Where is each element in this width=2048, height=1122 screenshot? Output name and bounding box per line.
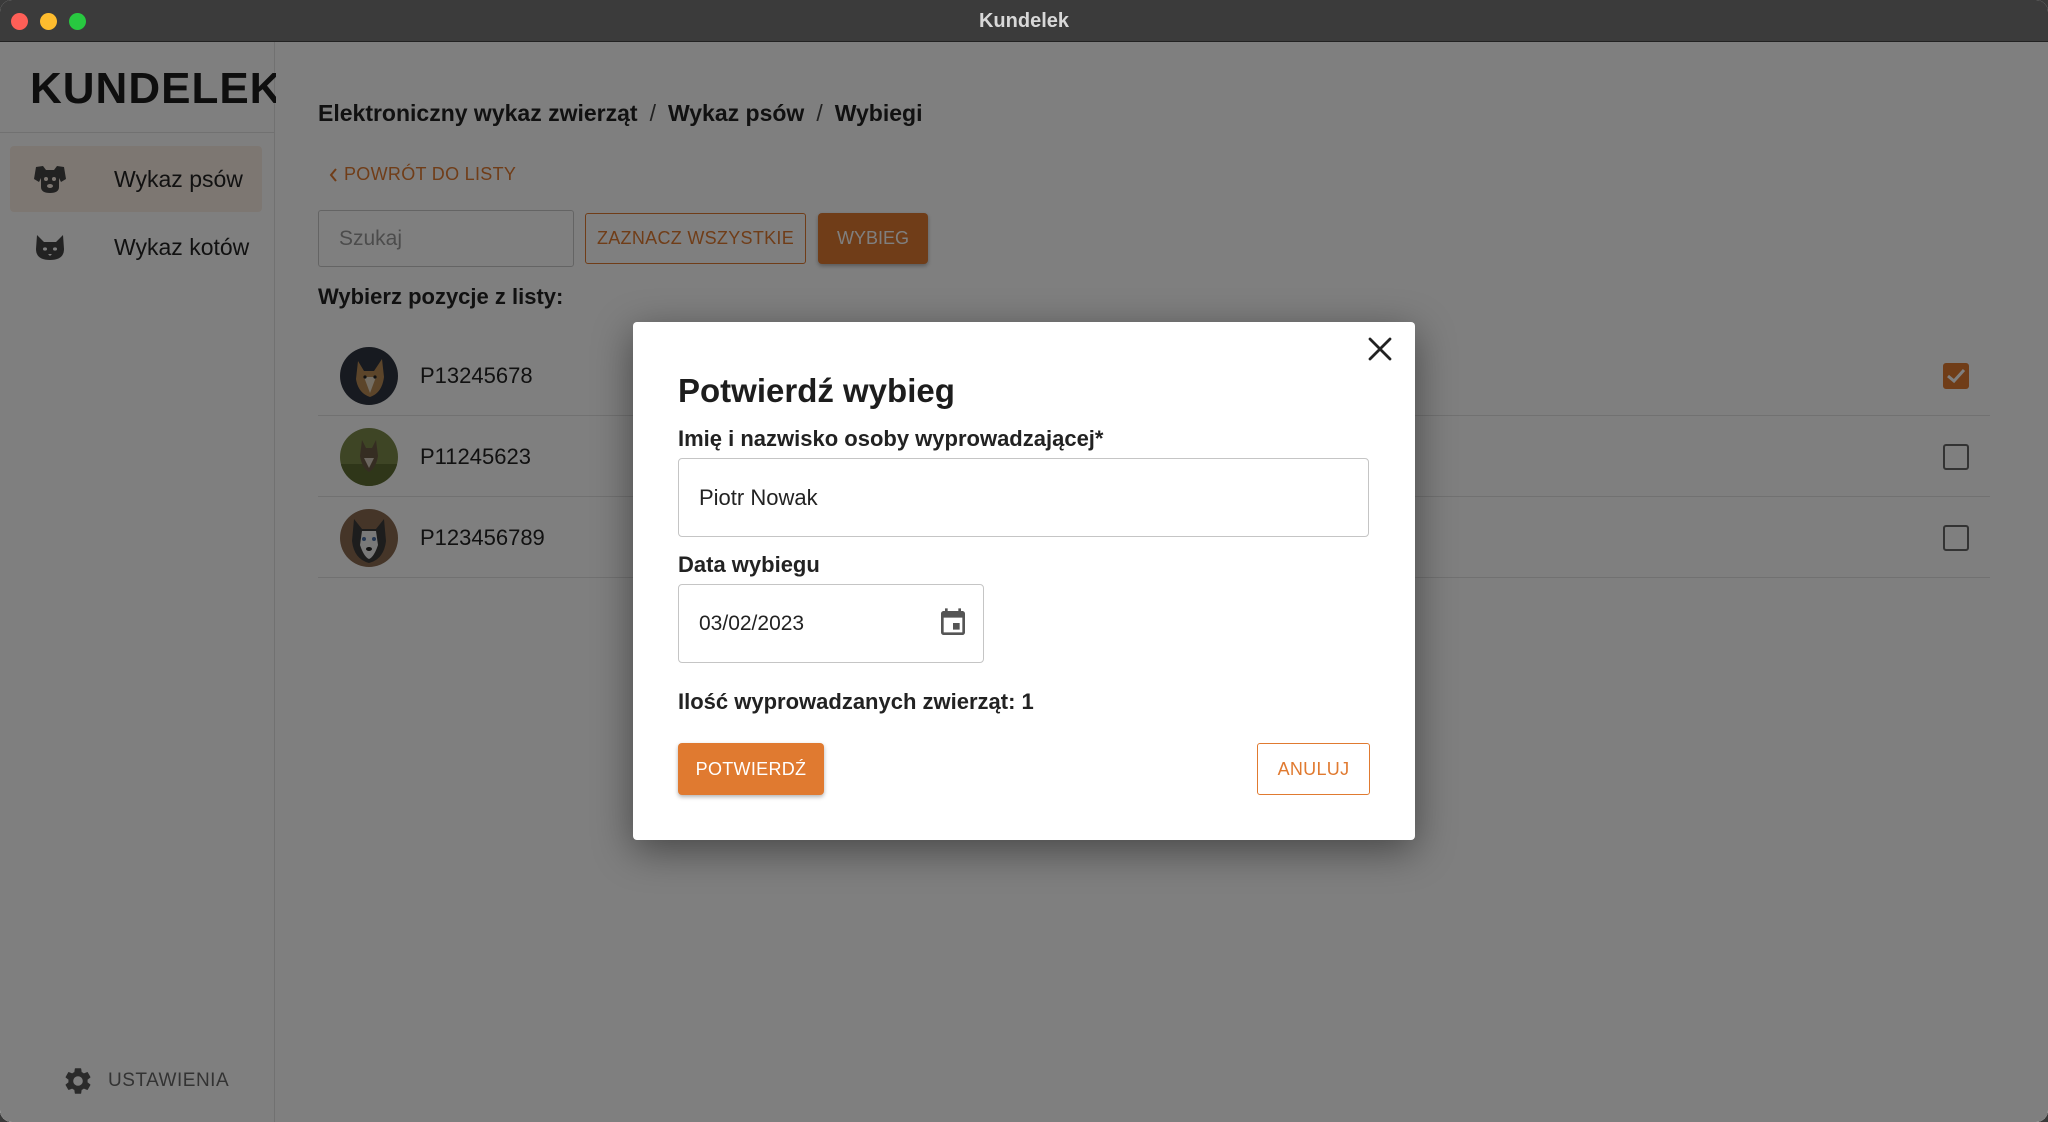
title-bar: Kundelek	[0, 0, 2048, 42]
walker-name-input[interactable]	[678, 458, 1369, 537]
calendar-icon[interactable]	[937, 607, 969, 639]
walk-date-input[interactable]: 03/02/2023	[678, 584, 984, 663]
app-window: Kundelek KUNDELEK Wykaz psów	[0, 0, 2048, 1122]
date-value: 03/02/2023	[699, 612, 805, 635]
confirm-walk-dialog: Potwierdź wybieg Imię i nazwisko osoby w…	[633, 322, 1415, 840]
window-title: Kundelek	[978, 10, 1070, 32]
dialog-title: Potwierdź wybieg	[678, 372, 955, 409]
animal-count-text: Ilość wyprowadzanych zwierząt: 1	[678, 689, 1034, 714]
confirm-button[interactable]: POTWIERDŹ	[678, 743, 824, 795]
cancel-button[interactable]: ANULUJ	[1257, 743, 1370, 795]
date-field-label: Data wybiegu	[678, 552, 820, 577]
name-field-label: Imię i nazwisko osoby wyprowadzającej*	[678, 426, 1104, 451]
close-icon[interactable]	[1365, 334, 1395, 364]
